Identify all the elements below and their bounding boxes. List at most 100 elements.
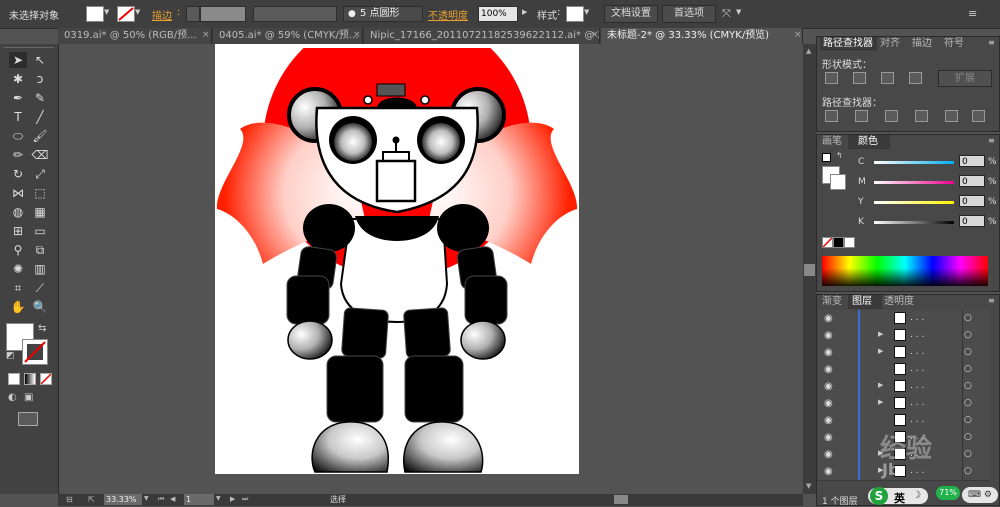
panel-options-icon[interactable]: ≡ xyxy=(988,136,995,145)
selection-tool-icon[interactable]: ➤ xyxy=(9,52,27,68)
eraser-tool-icon[interactable]: ⌫ xyxy=(31,147,49,163)
stroke-swatch[interactable] xyxy=(117,6,135,22)
tab-transparency[interactable]: 透明度 xyxy=(884,295,914,309)
trim-icon[interactable] xyxy=(855,110,868,122)
expand-arrow-icon[interactable]: ▶ xyxy=(878,347,883,355)
direct-selection-tool-icon[interactable]: ↖ xyxy=(31,52,49,68)
close-icon[interactable]: × xyxy=(591,30,599,40)
stroke-label[interactable]: 描边 xyxy=(152,7,172,22)
rotate-tool-icon[interactable]: ↻ xyxy=(9,166,27,182)
moon-icon[interactable]: ☽ xyxy=(912,490,921,501)
screen-mode-icon[interactable] xyxy=(18,412,38,426)
target-icon[interactable]: ○ xyxy=(964,330,972,340)
mesh-tool-icon[interactable]: ⊞ xyxy=(9,223,27,239)
shape-builder-tool-icon[interactable]: ◍ xyxy=(9,204,27,220)
eye-icon[interactable]: ◉ xyxy=(824,415,833,426)
blend-tool-icon[interactable]: ⧉ xyxy=(31,242,49,258)
opacity-input[interactable]: 100% xyxy=(478,6,518,22)
variable-width-dropdown[interactable] xyxy=(253,6,337,22)
tab-pathfinder[interactable]: 路径查找器 xyxy=(820,37,877,51)
scroll-thumb[interactable] xyxy=(804,264,815,276)
eyedropper-tool-icon[interactable]: ⚲ xyxy=(9,242,27,258)
tab-stroke[interactable]: 描边 xyxy=(912,37,932,51)
style-swatch[interactable] xyxy=(566,6,584,22)
exclude-icon[interactable] xyxy=(909,72,922,84)
layer-row[interactable]: ◉ ▶ . . . ○ xyxy=(818,395,990,413)
layer-row[interactable]: ◉ ▶ . . . ○ xyxy=(818,327,990,345)
panel-options-icon[interactable]: ≡ xyxy=(988,38,995,47)
eye-icon[interactable]: ◉ xyxy=(824,364,833,375)
pencil-tool-icon[interactable]: ✏ xyxy=(9,147,27,163)
yellow-slider[interactable] xyxy=(874,201,954,204)
scroll-down-icon[interactable]: ▼ xyxy=(806,482,811,490)
target-icon[interactable]: ○ xyxy=(964,466,972,476)
intersect-icon[interactable] xyxy=(881,72,894,84)
eye-icon[interactable]: ◉ xyxy=(824,398,833,409)
swap-fill-stroke-icon[interactable]: ⇆ xyxy=(38,323,46,334)
magenta-value[interactable]: 0 xyxy=(959,175,985,187)
eye-icon[interactable]: ◉ xyxy=(824,313,833,324)
merge-icon[interactable] xyxy=(885,110,898,122)
target-icon[interactable]: ○ xyxy=(964,398,972,408)
ime-language-label[interactable]: 英 xyxy=(894,490,905,506)
black-swatch[interactable] xyxy=(833,237,844,248)
tab-0319[interactable]: 0319.ai* @ 50% (RGB/预... xyxy=(58,28,212,44)
divide-icon[interactable] xyxy=(825,110,838,122)
prev-artboard-icon[interactable]: ◀ xyxy=(170,495,175,503)
white-swatch[interactable] xyxy=(844,237,855,248)
color-spectrum[interactable] xyxy=(822,256,988,286)
pen-tool-icon[interactable]: ✒ xyxy=(9,90,27,106)
tab-gradient[interactable]: 渐变 xyxy=(822,295,842,309)
performance-badge[interactable]: 71% xyxy=(936,486,960,500)
color-mode-icon[interactable] xyxy=(8,373,20,385)
mini-swap-icon[interactable]: ↰ xyxy=(836,151,843,160)
target-icon[interactable]: ○ xyxy=(964,381,972,391)
minus-back-icon[interactable] xyxy=(972,110,985,122)
eye-icon[interactable]: ◉ xyxy=(824,466,833,477)
cyan-slider[interactable] xyxy=(874,161,954,164)
stroke-color-box[interactable] xyxy=(22,339,48,365)
layer-row[interactable]: ◉ ▶ . . . ○ xyxy=(818,378,990,396)
opacity-label[interactable]: 不透明度 xyxy=(428,7,468,22)
type-tool-icon[interactable]: T xyxy=(9,109,27,125)
stroke-dropdown-icon[interactable]: ▼ xyxy=(135,8,140,16)
crop-icon[interactable] xyxy=(915,110,928,122)
fill-swatch[interactable] xyxy=(86,6,104,22)
ime-tools-icon[interactable]: ⌨ ⚙ xyxy=(962,487,998,503)
perspective-grid-tool-icon[interactable]: ▦ xyxy=(31,204,49,220)
target-icon[interactable]: ○ xyxy=(964,449,972,459)
layer-row[interactable]: ◉ ▶ . . . ○ xyxy=(818,344,990,362)
eye-icon[interactable]: ◉ xyxy=(824,347,833,358)
unite-icon[interactable] xyxy=(825,72,838,84)
zoom-field[interactable]: 33.33% xyxy=(104,494,142,505)
magic-wand-tool-icon[interactable]: ✱ xyxy=(9,71,27,87)
expand-arrow-icon[interactable]: ▶ xyxy=(878,381,883,389)
target-icon[interactable]: ○ xyxy=(964,432,972,442)
lasso-tool-icon[interactable]: ↄ xyxy=(31,71,49,87)
tab-nipic[interactable]: Nipic_17166_20110721182539622112.ai* @ 2… xyxy=(364,28,600,44)
artboard-tool-icon[interactable]: ⌗ xyxy=(9,280,27,296)
target-icon[interactable]: ○ xyxy=(964,415,972,425)
hand-tool-icon[interactable]: ✋ xyxy=(9,299,27,315)
target-icon[interactable]: ○ xyxy=(964,364,972,374)
canvas-vertical-scrollbar[interactable]: ▲ ▼ xyxy=(803,44,816,494)
curvature-tool-icon[interactable]: ✎ xyxy=(31,90,49,106)
free-transform-tool-icon[interactable]: ⬚ xyxy=(31,185,49,201)
color-stroke-box[interactable] xyxy=(830,174,846,190)
gradient-mode-icon[interactable] xyxy=(24,373,36,385)
eye-icon[interactable]: ◉ xyxy=(824,449,833,460)
target-icon[interactable]: ○ xyxy=(964,347,972,357)
arrange-icon[interactable]: ⤧ xyxy=(722,7,731,21)
draw-mode-icon[interactable]: ◐ xyxy=(8,392,17,403)
expand-button[interactable]: 扩展 xyxy=(938,70,992,87)
artboard-dropdown-icon[interactable]: ▼ xyxy=(216,495,221,502)
none-swatch-icon[interactable] xyxy=(822,237,833,248)
scroll-up-icon[interactable]: ▲ xyxy=(806,47,811,55)
width-tool-icon[interactable]: ⋈ xyxy=(9,185,27,201)
magenta-slider[interactable] xyxy=(874,181,954,184)
target-icon[interactable]: ○ xyxy=(964,313,972,323)
tools-grip[interactable] xyxy=(4,47,54,51)
style-dropdown-icon[interactable]: ▼ xyxy=(584,8,589,16)
minus-front-icon[interactable] xyxy=(853,72,866,84)
artboard[interactable] xyxy=(215,44,579,474)
